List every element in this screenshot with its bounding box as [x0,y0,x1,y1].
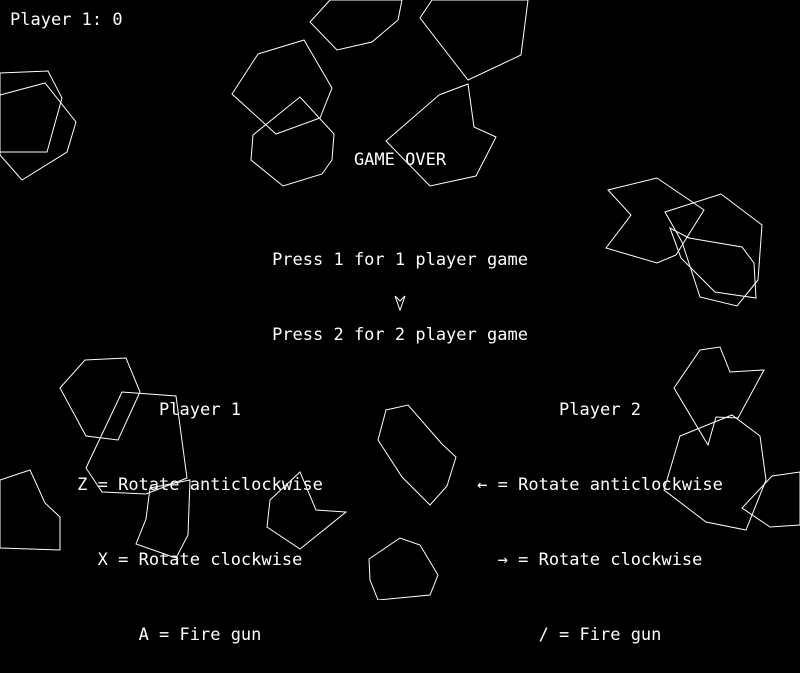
asteroid [309,0,403,51]
start-menu: Press 1 for 1 player game Press 2 for 2 … [200,198,600,373]
player-1-control-rotate-clockwise: X = Rotate clockwise [97,550,303,570]
asteroid [231,39,333,135]
menu-option-2-player: Press 2 for 2 player game [272,325,528,345]
asteroid [669,226,757,299]
score-display: Player 1: 0 [10,10,123,30]
asteroid [0,82,77,181]
player-2-control-fire: / = Fire gun [538,625,662,645]
asteroid [368,537,439,601]
player-2-title: Player 2 [559,400,641,420]
player-2-control-rotate-clockwise: → = Rotate clockwise [497,550,703,570]
asteroid [0,70,63,153]
player-1-controls: Player 1 Z = Rotate anticlockwise X = Ro… [30,348,370,673]
game-over-title: GAME OVER [353,150,447,170]
asteroid [605,177,705,264]
asteroid [419,0,529,81]
menu-option-1-player: Press 1 for 1 player game [272,250,528,270]
player-1-control-fire: A = Fire gun [138,625,262,645]
player-2-controls: Player 2 ← = Rotate anticlockwise → = Ro… [430,348,770,673]
player-1-control-rotate-anticlockwise: Z = Rotate anticlockwise [77,475,323,495]
player-2-control-rotate-anticlockwise: ← = Rotate anticlockwise [477,475,723,495]
player-1-title: Player 1 [159,400,241,420]
